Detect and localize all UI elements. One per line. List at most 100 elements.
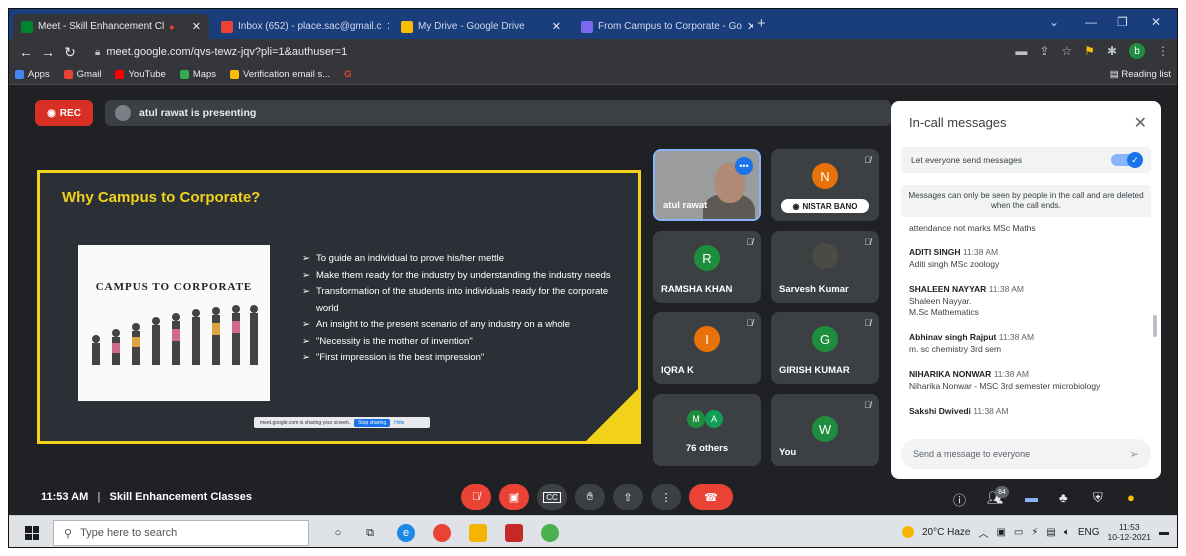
tab-meet[interactable]: Meet - Skill Enhancement Cl ● ✕ [13, 14, 209, 39]
bookmark-maps[interactable]: Maps [179, 69, 216, 80]
cortana-icon[interactable]: ○ [329, 524, 347, 542]
close-window-icon[interactable]: ✕ [1151, 15, 1161, 29]
participant-tile-ramsha[interactable]: 🎙̸ R RAMSHA KHAN [653, 231, 761, 303]
file-explorer-icon[interactable] [469, 524, 487, 542]
participant-tile-iqra[interactable]: 🎙̸ I IQRA K [653, 312, 761, 384]
bookmark-star-icon[interactable]: ☆ [1061, 44, 1072, 58]
message-list[interactable]: attendance not marks MSc Maths ADITI SIN… [891, 219, 1151, 437]
participant-name: You [779, 447, 797, 458]
share-icon[interactable]: ⇪ [1039, 44, 1049, 58]
close-tab-icon[interactable]: ✕ [192, 20, 201, 33]
recording-badge[interactable]: ◉ REC [35, 100, 93, 126]
camera-icon[interactable]: ▬ [1015, 44, 1027, 58]
slide-title: Why Campus to Corporate? [62, 189, 261, 206]
bookmark-gmail[interactable]: Gmail [63, 69, 101, 80]
mic-off-icon: 🎙̸ [746, 237, 753, 247]
participant-tile-girish[interactable]: 🎙̸ G GIRISH KUMAR [771, 312, 879, 384]
reading-list-icon: ▤ [1109, 69, 1122, 80]
chrome-icon[interactable] [541, 524, 559, 542]
more-options-button[interactable]: ⋮ [651, 484, 681, 510]
volume-icon[interactable]: 🔈︎ [1064, 527, 1070, 538]
participant-tile-nistar[interactable]: 🎙̸ N ◉ NISTAR BANO [771, 149, 879, 221]
gmail-icon [63, 70, 73, 79]
forward-icon[interactable]: → [37, 44, 59, 60]
reading-list-button[interactable]: ▤ Reading list [1110, 69, 1171, 80]
tab-search-icon[interactable]: ⌄ [1049, 15, 1059, 29]
drive-icon [401, 20, 413, 33]
meet-notification-icon[interactable]: ▣ [996, 527, 1005, 538]
extension-icon[interactable]: ● [1127, 490, 1135, 505]
weather-text[interactable]: 20°C Haze [922, 527, 970, 538]
clock[interactable]: 11:53 10-12-2021 [1108, 522, 1151, 542]
chat-scrollbar[interactable] [1153, 315, 1157, 337]
puzzle-icon[interactable]: ✱ [1107, 44, 1117, 58]
bullet-item: ➢ Make them ready for the industry by und… [302, 269, 611, 281]
language-indicator[interactable]: ENG [1078, 527, 1100, 538]
send-icon[interactable]: ➢ [1129, 447, 1139, 461]
menu-icon[interactable]: ⋮ [1157, 44, 1169, 58]
task-view-icon[interactable]: ⧉ [361, 524, 379, 542]
stop-sharing-button[interactable]: Stop sharing [354, 418, 391, 427]
chevron-up-icon[interactable]: ︿ [978, 525, 988, 540]
participant-tile-sarvesh[interactable]: 🎙̸ Sarvesh Kumar [771, 231, 879, 303]
participant-tile-atul[interactable]: ••• atul rawat [653, 149, 761, 221]
windows-taskbar: ⚲ Type here to search ○ ⧉ e 20°C Haze ︿ … [9, 515, 1177, 547]
message-sender: Abhinav singh Rajput [909, 332, 997, 342]
bookmark-verification[interactable]: Verification email s... [230, 69, 330, 80]
notifications-icon[interactable]: ▬ [1159, 527, 1169, 538]
display-icon[interactable]: ▤ [1046, 527, 1055, 538]
close-icon[interactable]: ✕ [1134, 113, 1147, 133]
taskbar-search[interactable]: ⚲ Type here to search [53, 520, 309, 546]
windows-start-icon[interactable] [25, 526, 39, 540]
chat-icon[interactable]: ▬ [1025, 490, 1038, 505]
close-tab-icon[interactable]: ✕ [387, 20, 389, 33]
bookmarks-bar: Apps Gmail YouTube Maps Verification ema… [9, 65, 1177, 85]
bullet-item: ➢ "Necessity is the mother of invention" [302, 335, 473, 347]
extension-icon[interactable]: ⚑ [1084, 44, 1095, 58]
camera-off-icon: ▣̸ [508, 491, 520, 504]
tab-drive[interactable]: My Drive - Google Drive ✕ [393, 14, 569, 39]
bookmark-google[interactable]: G [344, 69, 351, 80]
media-app-icon[interactable] [433, 524, 451, 542]
tab-slides[interactable]: From Campus to Corporate - Go ✕ [573, 14, 753, 39]
battery-icon[interactable]: ▭ [1014, 527, 1023, 538]
bookmark-apps[interactable]: Apps [15, 69, 50, 80]
activities-icon[interactable]: ♣ [1059, 490, 1068, 505]
mcafee-icon[interactable] [505, 524, 523, 542]
chat-input[interactable]: Send a message to everyone ➢ [901, 439, 1151, 469]
reload-icon[interactable]: ↻ [59, 44, 81, 61]
meeting-info-icon[interactable]: ⓘ [953, 490, 966, 509]
weather-icon [901, 526, 914, 538]
new-tab-button[interactable]: + [757, 15, 766, 32]
host-controls-icon[interactable]: ⛨ [1093, 490, 1103, 506]
participant-tile-you[interactable]: 🎙̸ W You [771, 394, 879, 466]
minimize-icon[interactable]: — [1085, 15, 1097, 29]
more-options-icon[interactable]: ••• [735, 157, 753, 175]
participant-tile-others[interactable]: M A 76 others [653, 394, 761, 466]
chat-notice: Messages can only be seen by people in t… [901, 185, 1151, 217]
bookmark-youtube[interactable]: YouTube [115, 69, 166, 80]
maximize-icon[interactable]: ❐ [1117, 15, 1128, 29]
hide-button[interactable]: Hide [394, 420, 404, 426]
close-tab-icon[interactable]: ✕ [552, 20, 561, 33]
tab-gmail[interactable]: Inbox (652) - place.sac@gmail.c ✕ [213, 14, 389, 39]
gmail-icon [221, 20, 233, 33]
captions-button[interactable]: CC [537, 484, 567, 510]
mic-off-button[interactable]: 🎙̸ [461, 484, 491, 510]
profile-avatar[interactable]: b [1129, 43, 1145, 59]
edge-icon[interactable]: e [397, 524, 415, 542]
meeting-details: 11:53 AM | Skill Enhancement Classes [41, 491, 252, 503]
recording-dot-icon: ● [169, 21, 175, 32]
present-button[interactable]: ⇧ [613, 484, 643, 510]
camera-off-button[interactable]: ▣̸ [499, 484, 529, 510]
back-icon[interactable]: ← [15, 44, 37, 60]
raise-hand-button[interactable]: ✋︎ [575, 484, 605, 510]
close-tab-icon[interactable]: ✕ [747, 20, 753, 33]
people-icon[interactable]: 👥︎ 84 [987, 486, 1009, 506]
network-icon[interactable]: ⚡︎ [1031, 527, 1038, 538]
participant-avatar: W [812, 416, 838, 442]
message-text: Aditi singh MSc zoology [909, 259, 1000, 269]
address-bar[interactable]: 🔒︎ meet.google.com/qvs-tewz-jqv?pli=1&au… [95, 42, 975, 62]
send-messages-toggle[interactable]: ✓ [1111, 152, 1143, 168]
leave-call-button[interactable]: ☎ [689, 484, 733, 510]
